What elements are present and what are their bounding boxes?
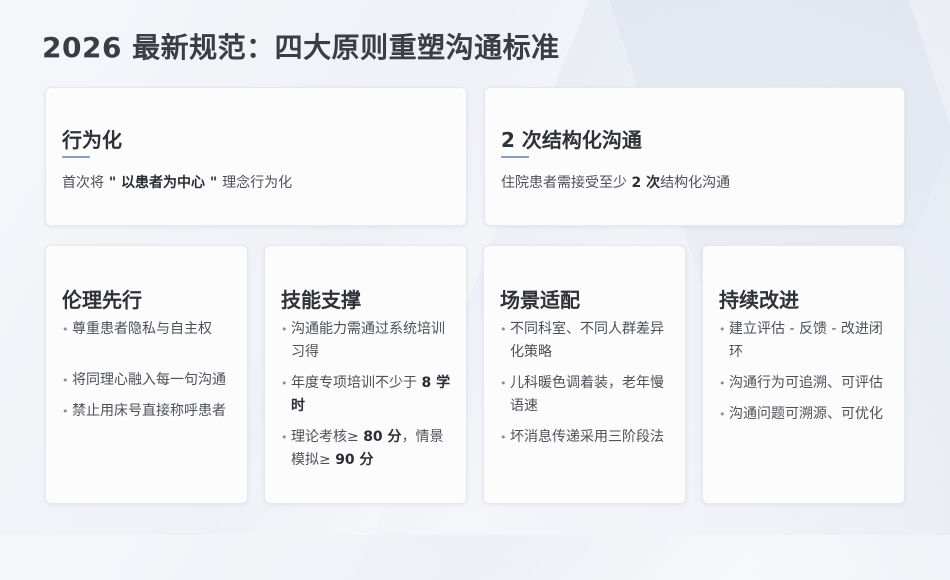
card-continuous-improvement: 持续改进 建立评估 - 反馈 - 改进闭环 沟通行为可追溯、可评估 沟通问题可溯… <box>702 245 905 504</box>
card-title: 2 次结构化沟通 <box>501 128 642 152</box>
list-item: 建立评估 - 反馈 - 改进闭环 <box>719 318 892 364</box>
card-ethics-first: 伦理先行 尊重患者隐私与自主权 将同理心融入每一句沟通 禁止用床号直接称呼患者 <box>45 245 248 504</box>
item-text: 年度专项培训不少于 <box>291 375 422 391</box>
list-item: 禁止用床号直接称呼患者 <box>62 400 235 423</box>
list-item: 沟通问题可溯源、可优化 <box>719 403 892 426</box>
card-behavioral: 行为化 首次将 " 以患者为中心 " 理念行为化 <box>45 87 467 226</box>
item-highlight: 80 分 <box>363 429 402 445</box>
list-item: 儿科暖色调着装，老年慢语速 <box>500 372 673 418</box>
card-description: 住院患者需接受至少 2 次结构化沟通 <box>501 172 730 192</box>
item-highlight: 90 分 <box>335 452 374 468</box>
list-item: 坏消息传递采用三阶段法 <box>500 426 673 449</box>
bullet-list: 建立评估 - 反馈 - 改进闭环 沟通行为可追溯、可评估 沟通问题可溯源、可优化 <box>719 318 892 434</box>
card-skill-support: 技能支撑 沟通能力需通过系统培训习得 年度专项培训不少于 8 学时 理论考核≥ … <box>264 245 467 504</box>
list-item: 沟通能力需通过系统培训习得 <box>281 318 454 364</box>
desc-text: 理念行为化 <box>222 175 293 191</box>
card-title: 技能支撑 <box>281 288 361 312</box>
accent-line <box>501 156 529 158</box>
card-title: 伦理先行 <box>62 288 142 312</box>
bullet-list: 尊重患者隐私与自主权 将同理心融入每一句沟通 禁止用床号直接称呼患者 <box>62 318 235 423</box>
item-text: 理论考核≥ <box>291 429 364 445</box>
card-title: 场景适配 <box>500 288 580 312</box>
list-item: 沟通行为可追溯、可评估 <box>719 372 892 395</box>
desc-text: 结构化沟通 <box>660 175 731 191</box>
bullet-list: 不同科室、不同人群差异化策略 儿科暖色调着装，老年慢语速 坏消息传递采用三阶段法 <box>500 318 673 457</box>
card-scenario-adaptation: 场景适配 不同科室、不同人群差异化策略 儿科暖色调着装，老年慢语速 坏消息传递采… <box>483 245 686 504</box>
bullet-list: 沟通能力需通过系统培训习得 年度专项培训不少于 8 学时 理论考核≥ 80 分，… <box>281 318 454 480</box>
list-item: 理论考核≥ 80 分，情景模拟≥ 90 分 <box>281 426 454 472</box>
list-item: 年度专项培训不少于 8 学时 <box>281 372 454 418</box>
desc-highlight: 2 次 <box>631 175 661 191</box>
desc-text: 首次将 <box>62 175 104 191</box>
card-structured-communication: 2 次结构化沟通 住院患者需接受至少 2 次结构化沟通 <box>484 87 905 226</box>
card-description: 首次将 " 以患者为中心 " 理念行为化 <box>62 172 292 192</box>
list-item: 尊重患者隐私与自主权 <box>62 318 235 341</box>
page-title: 2026 最新规范：四大原则重塑沟通标准 <box>42 31 560 64</box>
desc-highlight: " 以患者为中心 " <box>104 175 223 191</box>
accent-line <box>62 156 90 158</box>
card-title: 行为化 <box>62 128 122 152</box>
desc-text: 住院患者需接受至少 <box>501 175 632 191</box>
card-title: 持续改进 <box>719 288 799 312</box>
list-item: 不同科室、不同人群差异化策略 <box>500 318 673 364</box>
list-item: 将同理心融入每一句沟通 <box>62 369 235 392</box>
